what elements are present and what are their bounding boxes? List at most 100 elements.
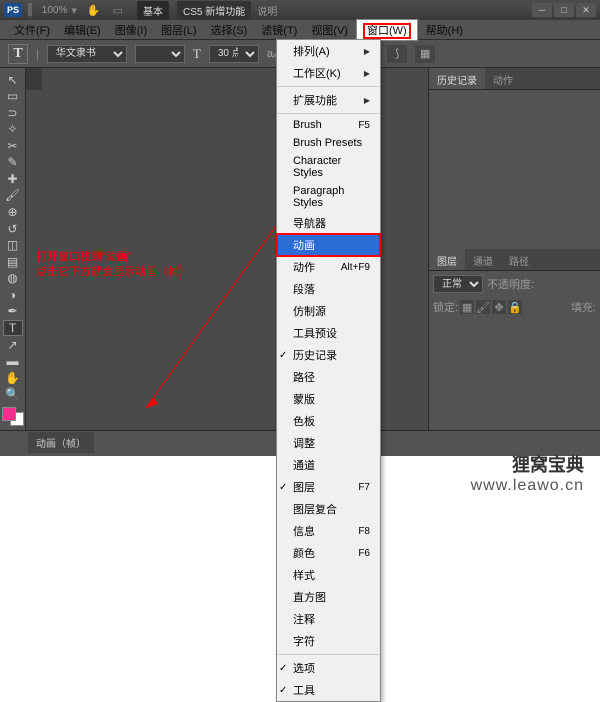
heal-tool-icon[interactable]: ✚ [3, 171, 23, 187]
tab-animation[interactable]: 动画（帧） [28, 432, 94, 453]
menu-view[interactable]: 视图(V) [305, 20, 354, 40]
zoom-label[interactable]: 100% [42, 5, 68, 16]
window-menu-dropdown: 排列(A)工作区(K) 扩展功能 BrushF5Brush PresetsChara… [276, 39, 381, 702]
menu-item-brushpresets[interactable]: Brush Presets [277, 134, 380, 152]
lock-paint-icon[interactable]: 🖌 [476, 300, 490, 314]
annotation-text: 打开窗口找到"动画" 点击它下方就会显示动画（帧） [36, 250, 190, 281]
move-tool-icon[interactable]: ↖ [3, 72, 23, 88]
menu-filter[interactable]: 滤镜(T) [255, 20, 303, 40]
menu-image[interactable]: 图像(I) [109, 20, 153, 40]
workspace-label: 说明 [257, 3, 277, 18]
menu-layer[interactable]: 图层(L) [155, 20, 202, 40]
menu-item-[interactable]: ✓选项 [277, 657, 380, 679]
menu-item-k[interactable]: 工作区(K) [277, 62, 380, 84]
workspace-basic[interactable]: 基本 [137, 1, 169, 20]
pen-tool-icon[interactable]: ✒ [3, 303, 23, 319]
document-tab[interactable] [26, 68, 42, 90]
tab-channels[interactable]: 通道 [465, 249, 501, 270]
menu-item-[interactable]: 仿制源 [277, 300, 380, 322]
lasso-tool-icon[interactable]: ⊃ [3, 105, 23, 121]
dodge-tool-icon[interactable]: ◑ [3, 287, 23, 303]
shape-tool-icon[interactable]: ▬ [3, 354, 23, 370]
menu-item-[interactable]: 字符 [277, 630, 380, 652]
lock-all-icon[interactable]: 🔒 [508, 300, 522, 314]
menu-item-brush[interactable]: BrushF5 [277, 116, 380, 134]
tool-preset-icon[interactable]: T [8, 44, 28, 64]
eyedropper-tool-icon[interactable]: ✎ [3, 155, 23, 171]
workspace-cs5[interactable]: CS5 新增功能 [177, 1, 251, 20]
menu-item-[interactable]: 样式 [277, 564, 380, 586]
size-icon: T [193, 46, 201, 62]
marquee-tool-icon[interactable]: ▭ [3, 89, 23, 105]
zoom-tool-icon[interactable]: 🔍 [3, 387, 23, 403]
menu-item-[interactable]: 颜色F6 [277, 542, 380, 564]
foreground-color[interactable] [2, 407, 16, 421]
menu-item-[interactable]: 色板 [277, 410, 380, 432]
wand-tool-icon[interactable]: ✧ [3, 122, 23, 138]
menu-item-[interactable]: 动画 [277, 234, 380, 256]
menu-item-[interactable]: 导航器 [277, 212, 380, 234]
blend-mode-select[interactable]: 正常 [433, 275, 483, 293]
menu-item-paragraphstyles[interactable]: Paragraph Styles [277, 182, 380, 212]
menu-item-characterstyles[interactable]: Character Styles [277, 152, 380, 182]
toolbox: ↖ ▭ ⊃ ✧ ✂ ✎ ✚ 🖌 ⊕ ↺ ◫ ▤ ◍ ◑ ✒ T ↗ ▬ ✋ 🔍 [0, 68, 26, 430]
crop-tool-icon[interactable]: ✂ [3, 138, 23, 154]
menu-item-[interactable]: 信息F8 [277, 520, 380, 542]
warp-text-icon[interactable]: ⟆ [387, 45, 407, 63]
watermark: 狸窝宝典 www.leawo.cn [471, 451, 584, 495]
menu-item-[interactable]: ✓图层F7 [277, 476, 380, 498]
menu-item-[interactable]: 路径 [277, 366, 380, 388]
tab-actions[interactable]: 动作 [485, 68, 521, 89]
menu-edit[interactable]: 编辑(E) [58, 20, 107, 40]
menu-select[interactable]: 选择(S) [205, 20, 254, 40]
photoshop-window: PS ▌ 100% ▾ ✋ ▭ 基本 CS5 新增功能 说明 ─ □ ✕ 文件(… [0, 0, 600, 456]
tab-history[interactable]: 历史记录 [429, 68, 485, 89]
menu-window[interactable]: 窗口(W) [356, 19, 418, 41]
color-swatches[interactable] [2, 407, 24, 426]
rect-icon[interactable]: ▭ [113, 4, 123, 17]
panels-icon[interactable]: ▦ [415, 45, 435, 63]
menu-item-[interactable]: 动作Alt+F9 [277, 256, 380, 278]
menu-item-[interactable]: 调整 [277, 432, 380, 454]
menubar: 文件(F) 编辑(E) 图像(I) 图层(L) 选择(S) 滤镜(T) 视图(V… [0, 20, 600, 40]
tab-layers[interactable]: 图层 [429, 249, 465, 270]
tab-paths[interactable]: 路径 [501, 249, 537, 270]
menu-item-[interactable]: 通道 [277, 454, 380, 476]
close-icon[interactable]: ✕ [576, 3, 596, 17]
fill-label: 填充: [571, 299, 596, 315]
menu-item-[interactable]: 注释 [277, 608, 380, 630]
menu-item-[interactable]: 直方图 [277, 586, 380, 608]
layers-panel[interactable]: 正常 不透明度: 锁定: ▦ 🖌 ✥ 🔒 填充: [429, 271, 600, 430]
menu-item-[interactable]: 图层复合 [277, 498, 380, 520]
type-tool-icon[interactable]: T [3, 320, 23, 336]
menu-item-a[interactable]: 排列(A) [277, 40, 380, 62]
menu-item-[interactable]: ✓工具 [277, 679, 380, 701]
menu-item-[interactable]: ✓历史记录 [277, 344, 380, 366]
history-brush-icon[interactable]: ↺ [3, 221, 23, 237]
font-size-select[interactable]: 30 点 [209, 45, 259, 63]
lock-label: 锁定: [433, 299, 458, 315]
gradient-tool-icon[interactable]: ▤ [3, 254, 23, 270]
path-tool-icon[interactable]: ↗ [3, 337, 23, 353]
menu-item-[interactable]: 扩展功能 [277, 89, 380, 111]
opacity-label: 不透明度: [487, 276, 534, 292]
hand-icon[interactable]: ✋ [87, 4, 101, 17]
sep: ▌ [28, 4, 36, 16]
history-panel[interactable] [429, 90, 600, 249]
menu-file[interactable]: 文件(F) [8, 20, 56, 40]
font-style-select[interactable] [135, 45, 185, 63]
lock-move-icon[interactable]: ✥ [492, 300, 506, 314]
blur-tool-icon[interactable]: ◍ [3, 270, 23, 286]
menu-item-[interactable]: 蒙版 [277, 388, 380, 410]
menu-item-[interactable]: 段落 [277, 278, 380, 300]
eraser-tool-icon[interactable]: ◫ [3, 237, 23, 253]
menu-item-[interactable]: 工具预设 [277, 322, 380, 344]
minimize-icon[interactable]: ─ [532, 3, 552, 17]
maximize-icon[interactable]: □ [554, 3, 574, 17]
stamp-tool-icon[interactable]: ⊕ [3, 204, 23, 220]
brush-tool-icon[interactable]: 🖌 [3, 188, 23, 204]
hand-tool-icon[interactable]: ✋ [3, 370, 23, 386]
lock-trans-icon[interactable]: ▦ [460, 300, 474, 314]
menu-help[interactable]: 帮助(H) [420, 20, 469, 40]
font-select[interactable]: 华文隶书 [47, 45, 127, 63]
